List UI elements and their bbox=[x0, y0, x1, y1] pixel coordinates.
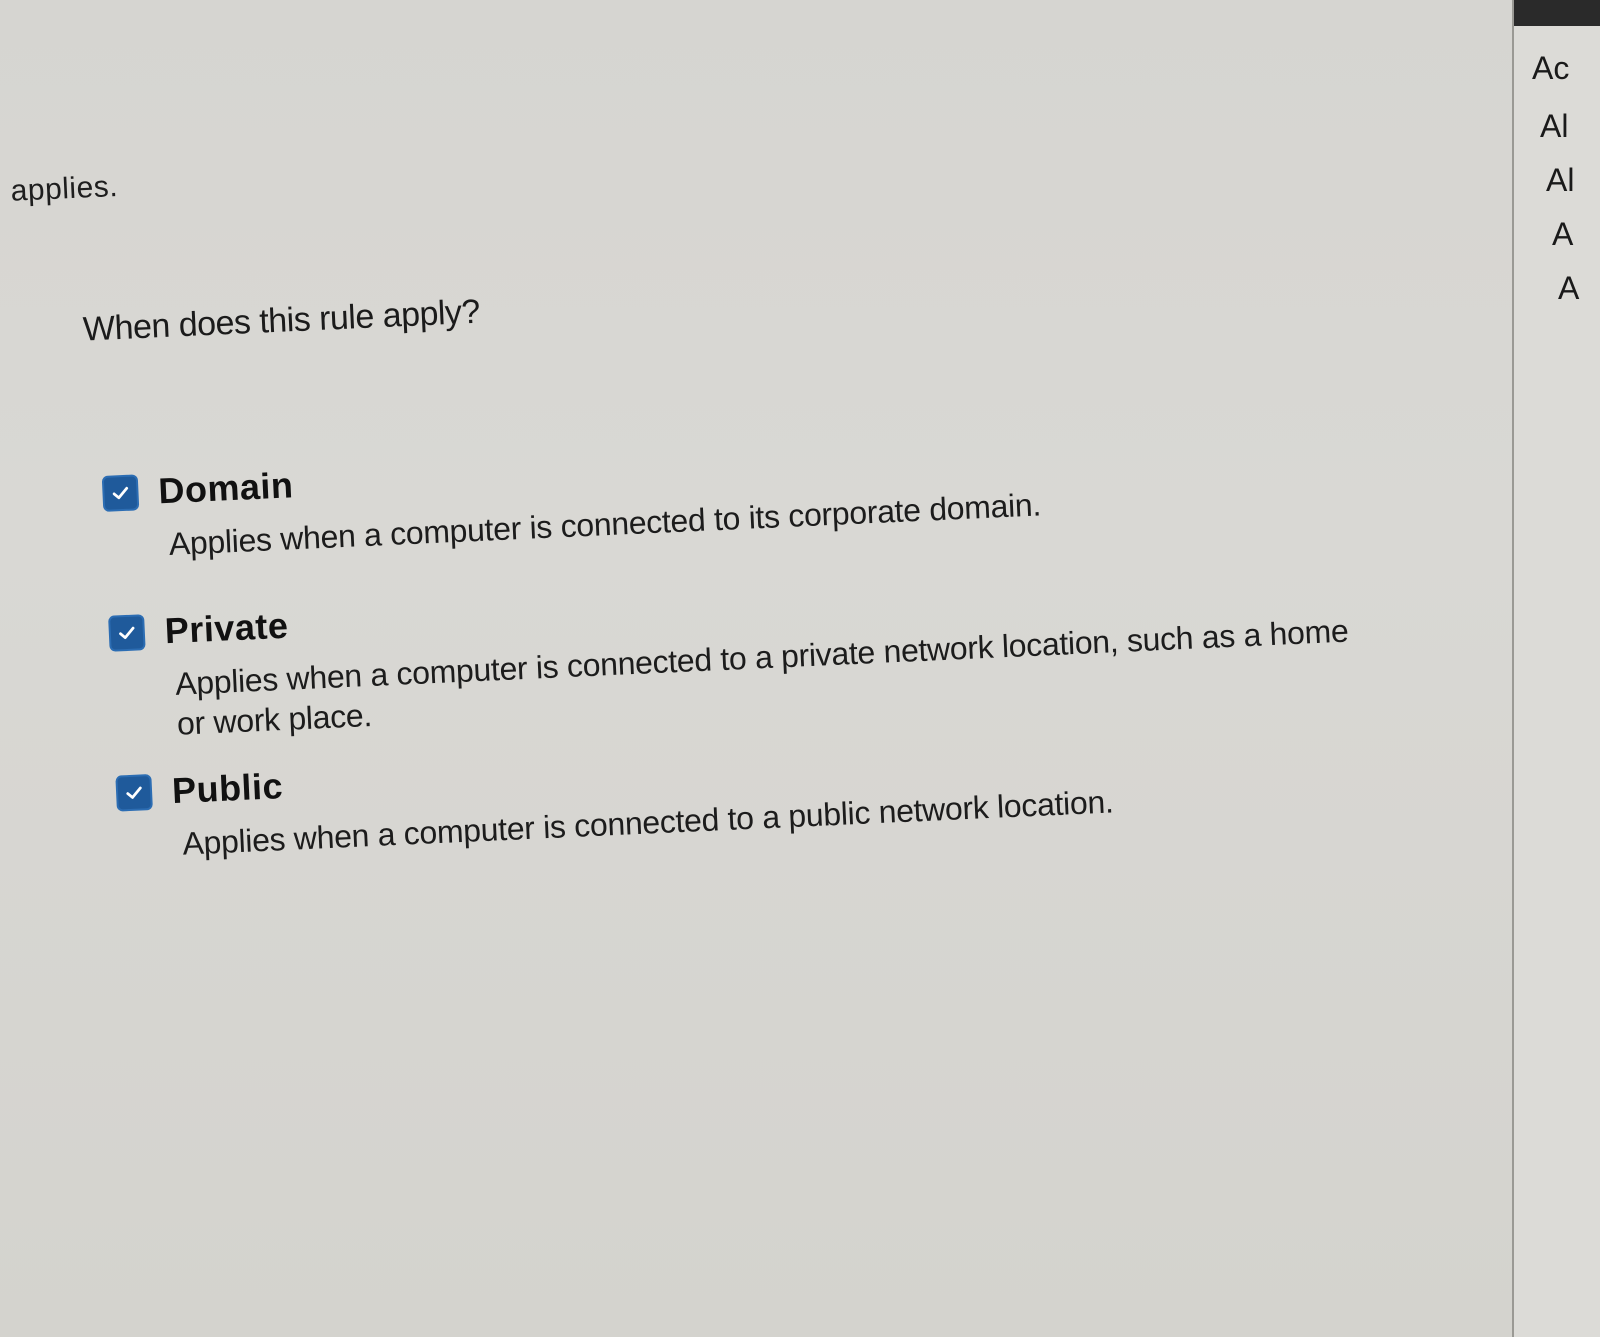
check-icon bbox=[112, 486, 129, 500]
option-private: Private Applies when a computer is conne… bbox=[108, 554, 1413, 747]
actions-item[interactable]: Al bbox=[1540, 108, 1568, 145]
screen: applies. When does this rule apply? Doma… bbox=[0, 0, 1600, 1337]
actions-item[interactable]: Ac bbox=[1532, 50, 1569, 87]
profile-question: When does this rule apply? bbox=[82, 292, 481, 349]
public-checkbox[interactable] bbox=[115, 774, 153, 812]
option-domain: Domain Applies when a computer is connec… bbox=[101, 414, 1405, 567]
actions-item[interactable]: Al bbox=[1546, 162, 1574, 199]
check-icon bbox=[126, 786, 142, 799]
actions-panel: Ac Al Al A A bbox=[1512, 0, 1600, 1337]
truncated-description: applies. bbox=[9, 169, 119, 208]
check-icon bbox=[119, 626, 135, 640]
private-checkbox[interactable] bbox=[108, 614, 146, 652]
domain-checkbox[interactable] bbox=[101, 474, 140, 512]
rule-profile-page: applies. When does this rule apply? Doma… bbox=[0, 0, 1599, 1336]
actions-item[interactable]: A bbox=[1552, 216, 1573, 253]
public-label[interactable]: Public bbox=[171, 765, 284, 812]
domain-label[interactable]: Domain bbox=[158, 464, 295, 512]
private-label[interactable]: Private bbox=[164, 605, 289, 653]
actions-panel-header bbox=[1514, 0, 1600, 26]
actions-item[interactable]: A bbox=[1558, 270, 1579, 307]
